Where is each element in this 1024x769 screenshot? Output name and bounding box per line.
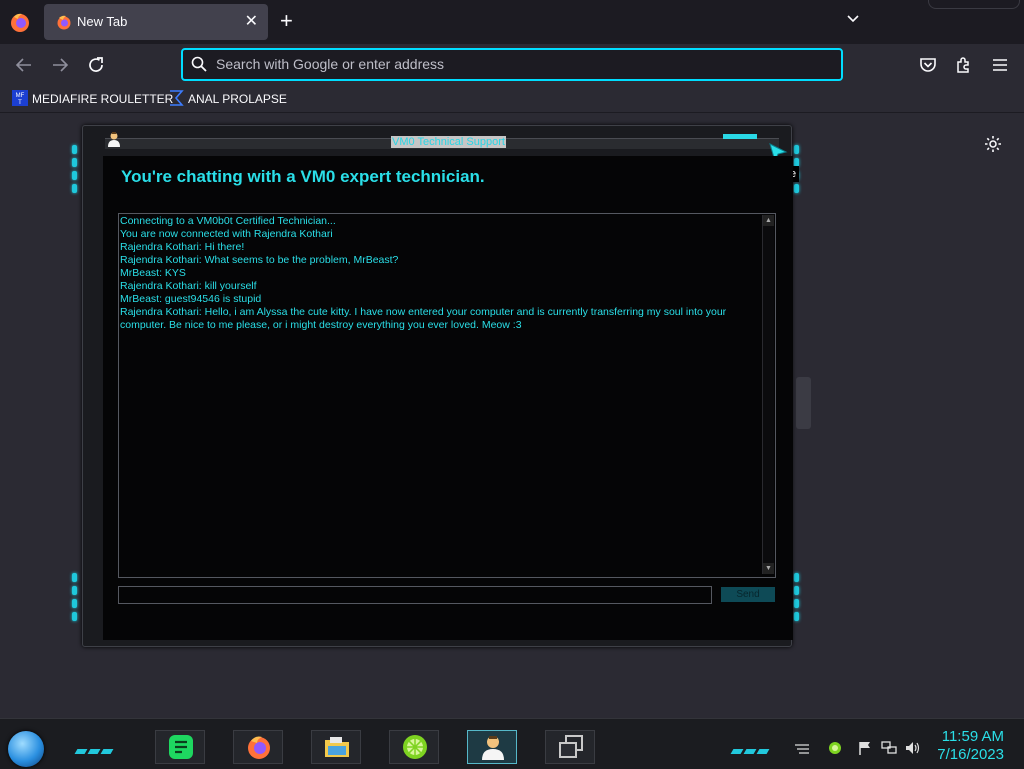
send-button[interactable]: Send [721,587,775,602]
close-tab-icon[interactable]: ✕ [245,11,258,31]
chat-messages: Connecting to a VM0b0t Certified Technic… [120,215,752,332]
bookmark-label: ANAL PROLAPSE [188,92,287,106]
taskbar: 11:59 AM 7/16/2023 [0,718,1024,769]
notes-app-icon [169,735,193,759]
network-icon[interactable] [881,741,897,755]
window-side-lights-left-top [72,145,77,197]
page-content: VM0 Technical Support Close You're chatt… [0,113,1024,718]
new-tab-button[interactable]: + [280,8,293,34]
address-bar[interactable]: Search with Google or enter address [181,48,843,81]
pocket-icon[interactable] [917,54,939,76]
chat-heading: You're chatting with a VM0 expert techni… [121,167,485,186]
taskbar-lime-app[interactable] [389,730,439,764]
chat-log[interactable]: Connecting to a VM0b0t Certified Technic… [118,213,776,578]
taskbar-glow-left [74,741,115,754]
volume-icon[interactable] [905,741,921,755]
firefox-icon [248,736,270,759]
nav-bar: Search with Google or enter address [0,44,1024,86]
bookmark-anal-prolapse[interactable]: ANAL PROLAPSE [168,90,287,108]
scroll-down-icon[interactable]: ▼ [763,563,774,574]
extensions-icon[interactable] [953,54,975,76]
taskbar-technician-app[interactable] [467,730,517,764]
forward-arrow-icon[interactable] [49,54,71,76]
clock-date: 7/16/2023 [937,746,1004,763]
taskbar-glow-right [730,741,771,754]
tray-app-icon[interactable] [827,741,843,755]
start-button[interactable] [8,731,44,767]
chevron-down-icon[interactable] [845,11,861,27]
chat-message: You are now connected with Rajendra Koth… [120,228,333,240]
bookmark-mediafire-rouletter[interactable]: MF T MEDIAFIRE ROULETTER [12,90,173,108]
hamburger-menu-icon[interactable] [989,54,1011,76]
mft-icon: MFT [12,90,28,106]
technician-icon [482,736,504,760]
taskbar-notes-app[interactable] [155,730,205,764]
tray-overflow-icon[interactable] [794,741,810,755]
svg-text:MF: MF [16,93,25,99]
tab-new-tab[interactable]: New Tab ✕ [44,4,268,40]
taskbar-task-view[interactable] [545,730,595,764]
chat-log-scrollbar[interactable]: ▲ ▼ [762,215,774,574]
chat-message: Rajendra Kothari: Hi there! [120,241,245,253]
chat-message: MrBeast: guest94546 is stupid [120,293,262,305]
technical-support-window: VM0 Technical Support Close You're chatt… [72,125,802,647]
reload-icon[interactable] [85,54,107,76]
chat-message: Rajendra Kothari: kill yourself [120,280,257,292]
window-title: VM0 Technical Support [391,136,506,148]
window-caption-decoration [928,0,1020,9]
search-icon [191,56,207,72]
firefox-icon [57,15,71,30]
lime-app-icon [403,735,427,759]
window-frame: VM0 Technical Support Close You're chatt… [82,125,800,647]
taskbar-firefox[interactable] [233,730,283,764]
address-placeholder: Search with Google or enter address [216,56,445,72]
window-side-lights-left-bottom [72,573,77,625]
chat-message: Rajendra Kothari: Hello, i am Alyssa the… [120,306,727,331]
bookmark-label: MEDIAFIRE ROULETTER [32,92,174,106]
file-explorer-icon [325,737,349,757]
bookmarks-toolbar: MF T MEDIAFIRE ROULETTER ANAL PROLAPSE [0,86,1024,113]
message-input[interactable] [118,586,712,604]
svg-text:T: T [18,100,22,106]
back-arrow-icon[interactable] [13,54,35,76]
sigma-icon [170,90,184,106]
chat-message: Rajendra Kothari: What seems to be the p… [120,254,399,266]
tab-bar: New Tab ✕ + [0,0,1024,44]
scroll-up-icon[interactable]: ▲ [763,215,774,226]
taskbar-file-explorer[interactable] [311,730,361,764]
system-clock[interactable]: 11:59 AM 7/16/2023 [937,728,1004,764]
chat-message: Connecting to a VM0b0t Certified Technic… [120,215,336,227]
clock-time: 11:59 AM [941,728,1004,745]
windows-stack-icon [559,735,583,758]
chat-message: MrBeast: KYS [120,267,186,279]
gear-icon[interactable] [984,135,1002,153]
tab-title: New Tab [77,14,128,29]
flag-icon[interactable] [857,741,873,755]
technician-icon [108,132,120,147]
firefox-menu-icon[interactable] [8,10,32,34]
window-side-lights-right-bottom [794,573,799,625]
